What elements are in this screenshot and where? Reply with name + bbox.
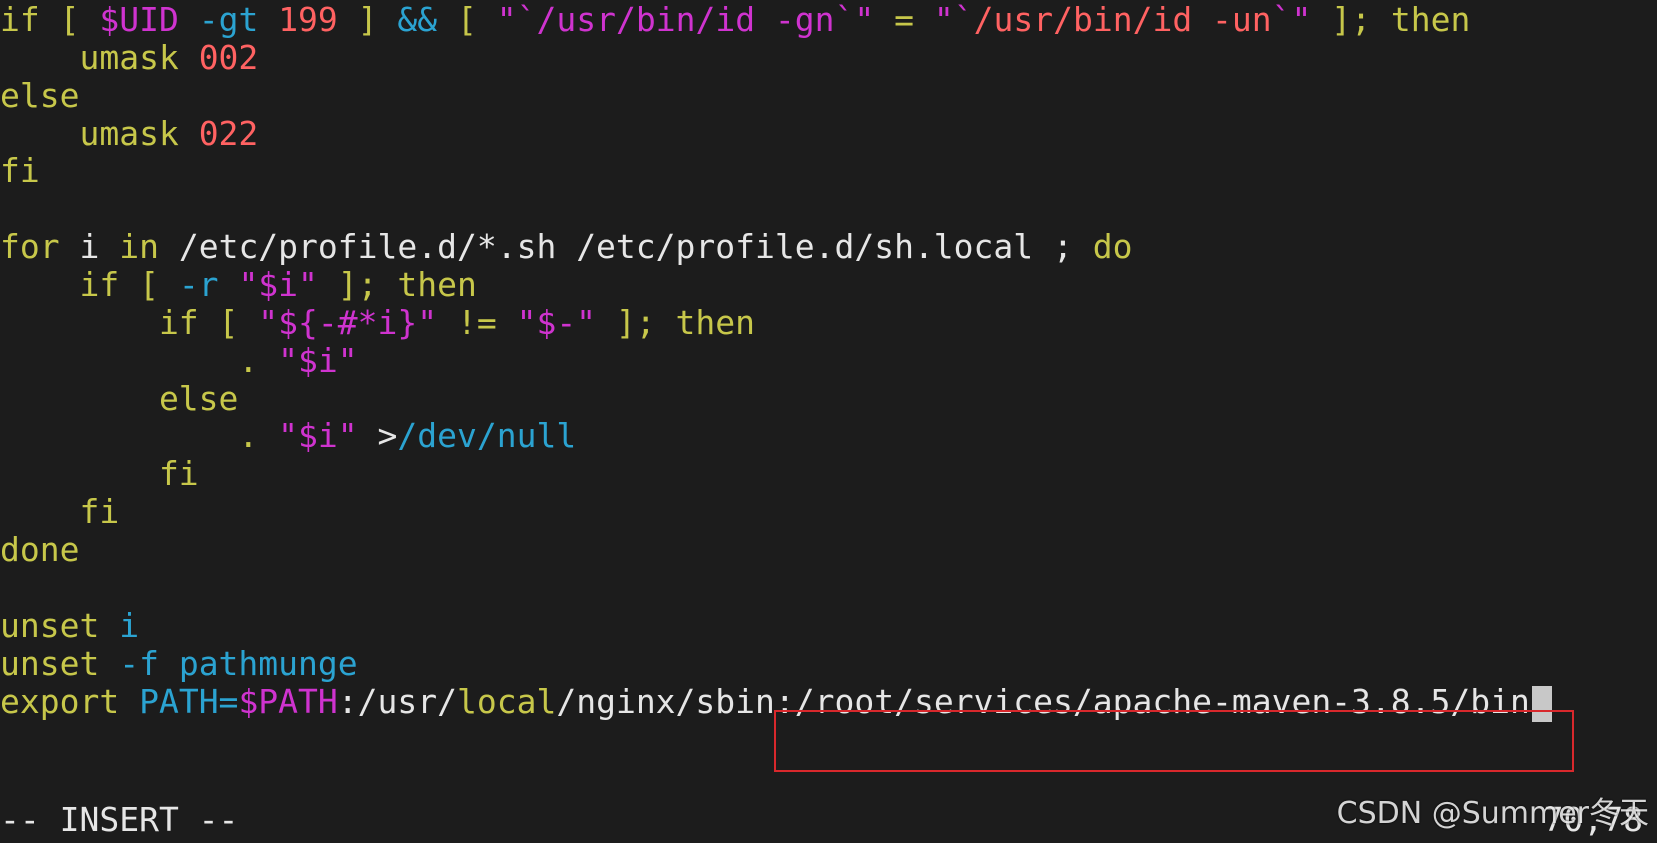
code-token: !=: [437, 303, 517, 342]
code-token: :/usr/: [337, 682, 457, 721]
code-line[interactable]: fi: [0, 492, 119, 532]
code-line[interactable]: if [ $UID -gt 199 ] && [ "`/usr/bin/id -…: [0, 0, 1470, 40]
code-token: .: [0, 341, 279, 380]
code-token: if [: [0, 303, 259, 342]
code-line[interactable]: umask 002: [0, 38, 258, 78]
code-token: "${-#*i}": [258, 303, 438, 342]
code-token: if [: [0, 0, 100, 39]
code-token: PATH=: [119, 682, 239, 721]
code-line[interactable]: . "$i" >/dev/null: [0, 416, 576, 456]
code-token: /nginx/sbin: [556, 682, 775, 721]
code-line[interactable]: unset i: [0, 606, 139, 646]
code-token: "`: [496, 0, 537, 39]
code-token: unset: [0, 606, 100, 645]
code-token: umask: [0, 114, 199, 153]
code-token: /dev/null: [397, 416, 577, 455]
code-token: -r: [178, 265, 219, 304]
code-token: umask: [0, 38, 199, 77]
code-token: export: [0, 682, 120, 721]
mode-indicator: -- INSERT --: [0, 800, 239, 839]
code-token: /etc/profile.d/*.sh /etc/profile.d/sh.lo…: [158, 227, 1093, 266]
watermark: CSDN @Summer冬天: [1336, 796, 1649, 831]
highlight-box: [774, 710, 1574, 772]
code-token: "$i": [278, 416, 358, 455]
code-token: pathmunge: [158, 644, 358, 683]
code-token: >: [357, 416, 398, 455]
code-token: `": [834, 0, 875, 39]
code-token: if [: [0, 265, 179, 304]
code-token: done: [0, 530, 80, 569]
code-token: else: [0, 76, 80, 115]
code-token: fi: [0, 454, 199, 493]
code-token: &&: [397, 0, 438, 39]
code-token: do: [1092, 227, 1133, 266]
code-token: "$-": [516, 303, 597, 342]
code-token: else: [0, 379, 239, 418]
code-line[interactable]: umask 022: [0, 114, 258, 154]
vim-editor[interactable]: if [ $UID -gt 199 ] && [ "`/usr/bin/id -…: [0, 0, 1657, 843]
code-token: -f: [99, 644, 159, 683]
code-token: "$i": [238, 265, 318, 304]
code-line[interactable]: else: [0, 76, 79, 116]
code-token: unset: [0, 644, 100, 683]
code-line[interactable]: for i in /etc/profile.d/*.sh /etc/profil…: [0, 227, 1133, 267]
code-token: /usr/bin/id -un: [973, 0, 1272, 39]
code-token: ]; then: [596, 303, 756, 342]
code-token: 199: [278, 0, 338, 39]
code-token: [: [437, 0, 497, 39]
code-line[interactable]: unset -f pathmunge: [0, 644, 358, 684]
code-token: $UID: [99, 0, 179, 39]
code-line[interactable]: fi: [0, 151, 40, 191]
code-line[interactable]: if [ -r "$i" ]; then: [0, 265, 477, 305]
code-token: for: [0, 227, 60, 266]
code-token: fi: [0, 492, 120, 531]
code-token: -gt: [198, 0, 259, 39]
code-token: =: [874, 0, 934, 39]
code-token: $PATH: [238, 682, 338, 721]
code-token: /usr/bin/id -gn: [536, 0, 835, 39]
code-line[interactable]: . "$i": [0, 341, 358, 381]
code-token: local: [457, 682, 557, 721]
code-token: ]; then: [1311, 0, 1471, 39]
code-line[interactable]: if [ "${-#*i}" != "$-" ]; then: [0, 303, 755, 343]
code-token: .: [0, 416, 279, 455]
code-token: i: [99, 606, 140, 645]
code-token: ]: [337, 0, 398, 39]
code-line[interactable]: else: [0, 379, 238, 419]
code-token: `": [1271, 0, 1312, 39]
code-token: "`: [933, 0, 974, 39]
code-token: "$i": [278, 341, 358, 380]
code-token: in: [119, 227, 159, 266]
code-token: ]; then: [317, 265, 477, 304]
code-token: 022: [198, 114, 259, 153]
code-token: i: [59, 227, 120, 266]
code-line[interactable]: done: [0, 530, 79, 570]
code-line[interactable]: fi: [0, 454, 199, 494]
code-token: 002: [198, 38, 259, 77]
code-token: fi: [0, 151, 40, 190]
